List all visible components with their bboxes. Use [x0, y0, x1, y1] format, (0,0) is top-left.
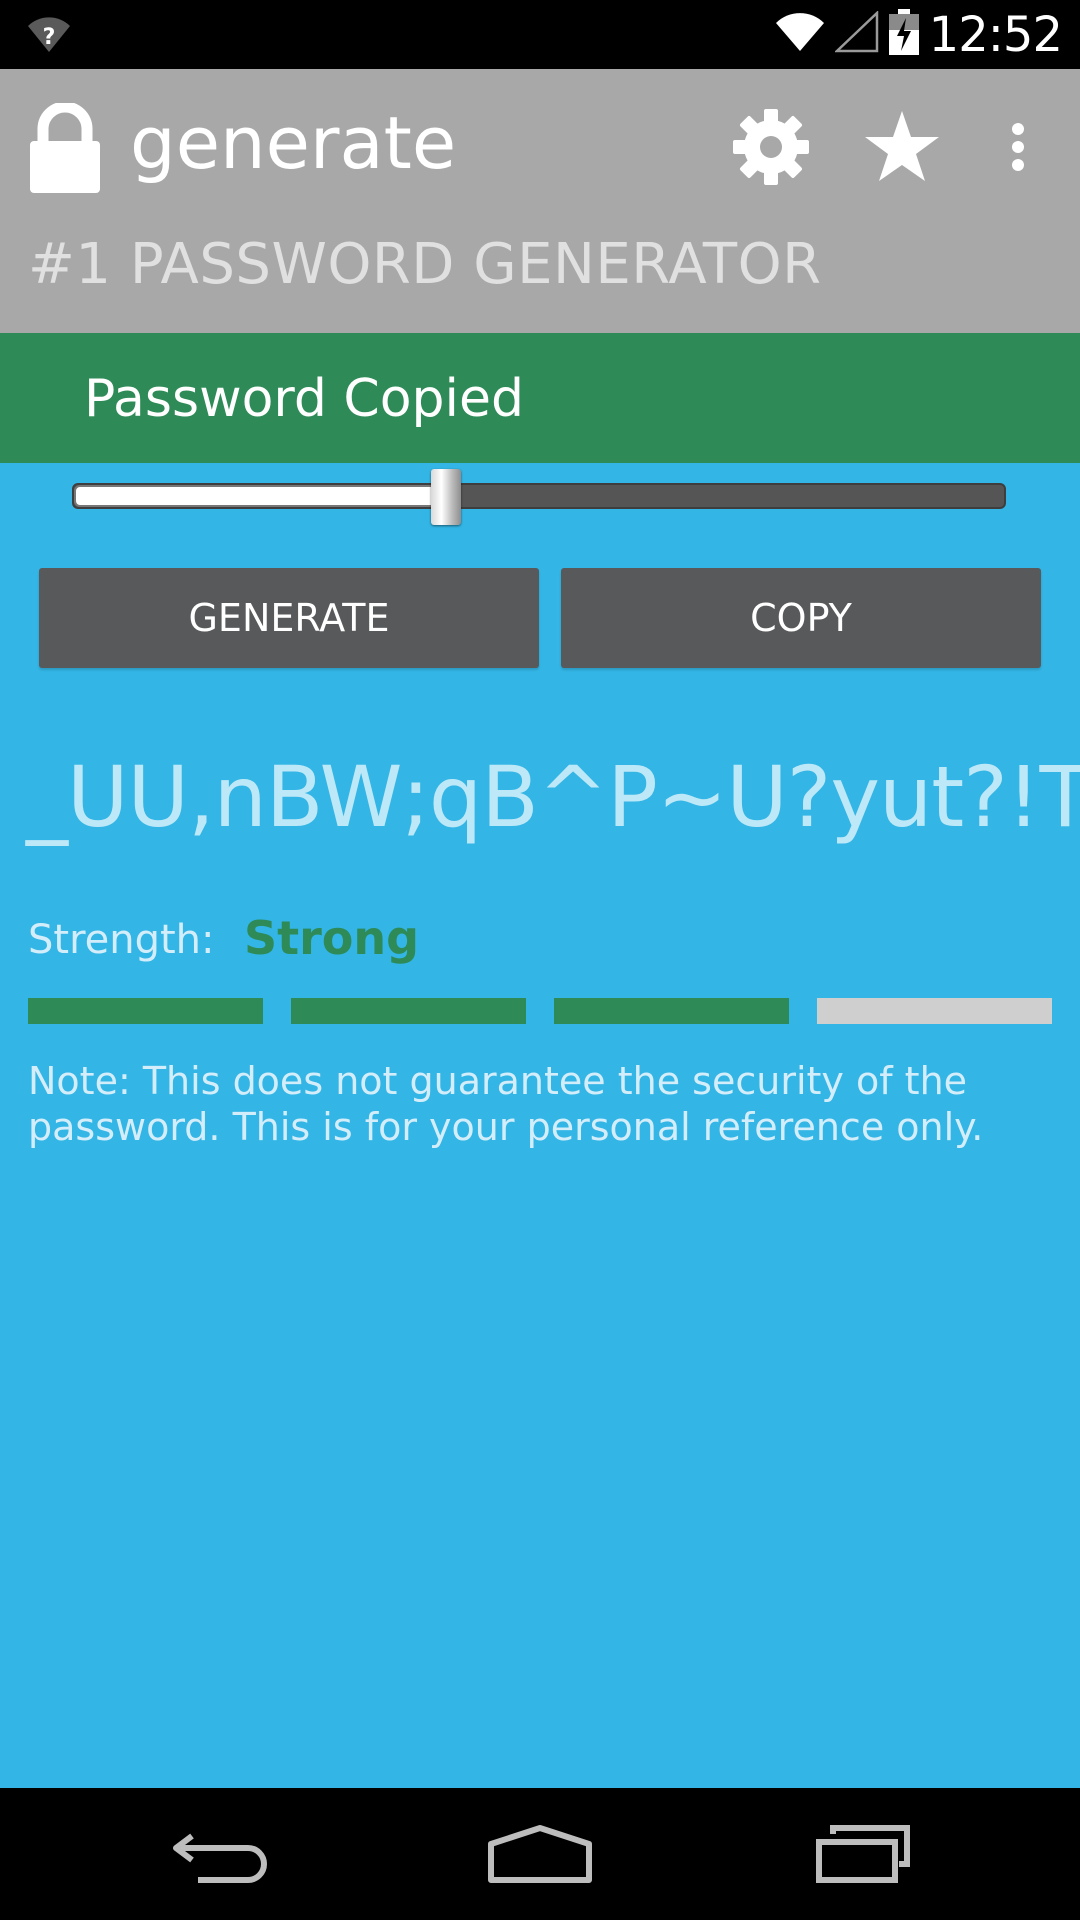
slider-fill — [74, 485, 448, 507]
toast-banner: Password Copied — [0, 333, 1080, 463]
slider-thumb[interactable] — [431, 469, 461, 525]
strength-value: Strong — [244, 911, 420, 965]
strength-label: Strength: — [28, 917, 215, 963]
generated-password: _UU,nBW;qB^P~U?yut?!Tzf — [26, 748, 1080, 846]
battery-charging-icon — [888, 9, 919, 60]
screen: ? 12:52 generate #1 PASSWORD GENERATOR P… — [0, 0, 1080, 1920]
recents-icon[interactable] — [793, 1808, 933, 1900]
svg-text:?: ? — [43, 25, 56, 50]
nav-bar — [0, 1788, 1080, 1920]
wifi-unknown-icon: ? — [26, 14, 72, 54]
generate-button[interactable]: GENERATE — [39, 568, 539, 668]
home-icon[interactable] — [470, 1808, 610, 1900]
lock-icon — [28, 101, 102, 193]
toast-message: Password Copied — [84, 369, 524, 429]
strength-segment-filled — [28, 998, 263, 1024]
slider-track[interactable] — [72, 483, 1006, 509]
strength-segment-empty — [817, 998, 1052, 1024]
strength-segment-filled — [554, 998, 789, 1024]
app-bar: generate #1 PASSWORD GENERATOR — [0, 69, 1080, 333]
overflow-menu-icon[interactable] — [978, 107, 1058, 187]
status-time: 12:52 — [928, 6, 1063, 63]
app-title: generate — [130, 101, 457, 185]
back-icon[interactable] — [150, 1808, 290, 1900]
disclaimer-note: Note: This does not guarantee the securi… — [28, 1059, 984, 1149]
strength-segment-filled — [291, 998, 526, 1024]
length-slider[interactable] — [72, 469, 1008, 525]
status-right-group: 12:52 — [775, 0, 1063, 69]
wifi-icon — [775, 11, 825, 58]
strength-meter — [28, 998, 1052, 1024]
copy-button[interactable]: COPY — [561, 568, 1041, 668]
gear-icon[interactable] — [731, 107, 811, 187]
status-bar: ? 12:52 — [0, 0, 1080, 69]
star-icon[interactable] — [862, 107, 942, 187]
app-subtitle: #1 PASSWORD GENERATOR — [28, 232, 822, 297]
signal-icon — [833, 10, 879, 58]
